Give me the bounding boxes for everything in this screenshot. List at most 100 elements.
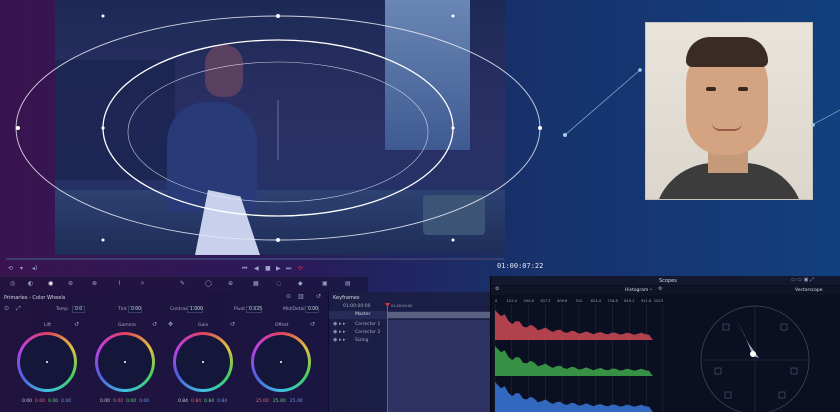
track-1-label: Corrector 1 (355, 322, 381, 327)
presenter-photo (645, 22, 813, 200)
track-1-toggle-icon[interactable]: ◉ ▸ ▸ (333, 321, 346, 327)
gain-y-value[interactable]: 0.84 (178, 399, 188, 404)
lift-y-value[interactable]: 0.00 (22, 399, 32, 404)
gain-r-value[interactable]: 0.84 (191, 399, 201, 404)
keyframes-master-track[interactable] (387, 312, 491, 318)
wheel-offset-reset-icon[interactable]: ↺ (310, 321, 315, 328)
stop-icon[interactable]: ■ (265, 265, 271, 272)
volume-icon[interactable]: ◂) (32, 265, 37, 272)
histogram-tick-label: 819.2 (624, 299, 634, 303)
wheel-lift-reset-icon[interactable]: ↺ (74, 321, 79, 328)
tint-field[interactable]: 0.00 (128, 306, 142, 313)
histogram-scope[interactable]: 0 102.4 204.8 307.2 409.6 512 614.4 716.8 819.2 9… (493, 296, 665, 412)
pivot-label: Pivot (234, 307, 246, 312)
offset-b-value[interactable]: 25.00 (290, 399, 303, 404)
gain-b-value[interactable]: 0.84 (217, 399, 227, 404)
wheel-lift-label: Lift (44, 323, 52, 328)
scopes-mode-select[interactable]: Histogram (625, 288, 648, 293)
histogram-tick-label: 409.6 (557, 299, 568, 303)
reset-all-icon[interactable]: ↺ (316, 293, 321, 300)
wheel-lift-dot[interactable] (46, 361, 48, 363)
gamma-g-value[interactable]: 0.00 (126, 399, 136, 404)
wheel-gain-dot[interactable] (202, 361, 204, 363)
reverse-icon[interactable]: ◀ (254, 265, 259, 272)
wheel-lift[interactable]: Lift ↺ 0.00 0.00 0.00 0.00 (8, 320, 86, 412)
gamma-r-value[interactable]: 0.00 (113, 399, 123, 404)
lift-r-value[interactable]: 0.00 (35, 399, 45, 404)
tracker-icon[interactable]: ⊕ (228, 280, 233, 287)
camera-raw-icon[interactable]: ◎ (10, 280, 15, 287)
offset-r-value[interactable]: 25.00 (256, 399, 269, 404)
window-icon[interactable]: ◯ (205, 280, 212, 287)
rgb-mixer-icon[interactable]: ⊛ (68, 280, 73, 287)
pivot-field[interactable]: 0.435 (246, 306, 262, 313)
video-viewer[interactable] (55, 0, 505, 255)
color-match-icon[interactable]: ◐ (28, 280, 33, 287)
scopes-title: Scopes (659, 278, 677, 284)
histogram-tick-label: 307.2 (540, 299, 550, 303)
wheel-gain-picker-icon[interactable]: ✥ (168, 321, 173, 328)
last-frame-icon[interactable]: ⏭ (286, 265, 291, 273)
lift-g-value[interactable]: 0.00 (48, 399, 58, 404)
temp-field[interactable]: 0.0 (72, 306, 85, 313)
first-frame-icon[interactable]: ⏮ (242, 265, 247, 273)
scopes-mode-bar (491, 286, 840, 295)
contrast-field[interactable]: 1.000 (187, 306, 203, 313)
scene-window (385, 0, 470, 150)
temp-label: Temp (56, 307, 68, 312)
scopes-gear-icon[interactable]: ⚙ (495, 286, 499, 292)
wheel-gain-reset-icon[interactable]: ↺ (230, 321, 235, 328)
tint-label: Tint (118, 307, 127, 312)
track-2-toggle-icon[interactable]: ◉ ▸ ▸ (333, 329, 346, 335)
keyframes-panel-title: Keyframes (333, 295, 360, 301)
3d-icon[interactable]: ▤ (345, 280, 351, 287)
wheel-offset[interactable]: Offset ↺ 25.00 25.00 25.00 (242, 320, 324, 412)
color-wheels-icon[interactable]: ◉ (48, 280, 53, 287)
track-3-toggle-icon[interactable]: ◉ ▸ ▸ (333, 337, 346, 343)
keyframes-playhead[interactable] (387, 303, 388, 412)
photo-smile (712, 123, 742, 131)
sizing-icon[interactable]: ▣ (322, 280, 328, 287)
vectorscope-target-g (724, 391, 732, 399)
scopes-layout-icon[interactable]: ▭ ▭ ▣ ⤢ (791, 277, 814, 283)
auto-balance-icon[interactable]: ⤢ (16, 305, 21, 313)
wheel-offset-dot[interactable] (280, 361, 282, 363)
clip-icon[interactable]: ▾ (20, 265, 23, 272)
wheel-gamma[interactable]: Gamma ↺ 0.00 0.00 0.00 0.00 (86, 320, 164, 412)
vectorscope[interactable] (687, 296, 839, 412)
wheel-gain[interactable]: ✥ Gain ↺ 0.84 0.84 0.84 0.84 (164, 320, 242, 412)
middetail-field[interactable]: 0.00 (305, 306, 319, 313)
gamma-b-value[interactable]: 0.00 (139, 399, 149, 404)
key-icon[interactable]: ◆ (298, 280, 303, 287)
photo-eye-right (738, 87, 748, 91)
magic-mask-icon[interactable]: ▦ (253, 280, 259, 287)
histogram-tick-label: 921.6 (641, 299, 652, 303)
scopes-mode-settings-icon[interactable]: ⚙ (658, 286, 662, 292)
motion-effects-icon[interactable]: ⊗ (92, 280, 97, 287)
blur-icon[interactable]: ◌ (276, 280, 281, 287)
photo-eye-left (706, 87, 716, 91)
wheels-mode-icon[interactable]: ⊙ (286, 293, 291, 300)
gain-g-value[interactable]: 0.84 (204, 399, 214, 404)
qualifier-icon[interactable]: ✎ (180, 280, 185, 287)
play-icon[interactable]: ▶ (276, 265, 281, 272)
offset-g-value[interactable]: 25.00 (273, 399, 286, 404)
loop-icon[interactable]: ⟲ (8, 265, 13, 272)
histogram-tick-label: 204.8 (523, 299, 534, 303)
color-warper-icon[interactable]: ✧ (140, 280, 145, 287)
loop-playback-icon[interactable]: ⟳ (298, 265, 303, 272)
scopes-mode-chevron-icon[interactable]: ⌄ (649, 286, 653, 292)
curves-icon[interactable]: ⌇ (118, 280, 121, 287)
settings-icon[interactable]: ⊙ (4, 305, 9, 312)
photo-hair (686, 37, 768, 67)
wheel-gamma-reset-icon[interactable]: ↺ (152, 321, 157, 328)
keyframes-time-right: 01:00:00:00 (391, 304, 413, 308)
scopes-panel: Scopes ▭ ▭ ▣ ⤢ ⚙ Histogram ⌄ ⚙ Vectorsco… (490, 276, 840, 412)
scrub-bar[interactable] (6, 258, 504, 260)
lift-b-value[interactable]: 0.00 (61, 399, 71, 404)
gamma-y-value[interactable]: 0.00 (100, 399, 110, 404)
histogram-tick-label: 1023 (654, 299, 663, 303)
bars-mode-icon[interactable]: ▥ (298, 293, 304, 300)
primaries-color-wheels-panel: Primaries - Color Wheels ⊙ ▥ ↺ ⊙ ⤢ Temp … (0, 292, 328, 412)
wheel-gamma-dot[interactable] (124, 361, 126, 363)
